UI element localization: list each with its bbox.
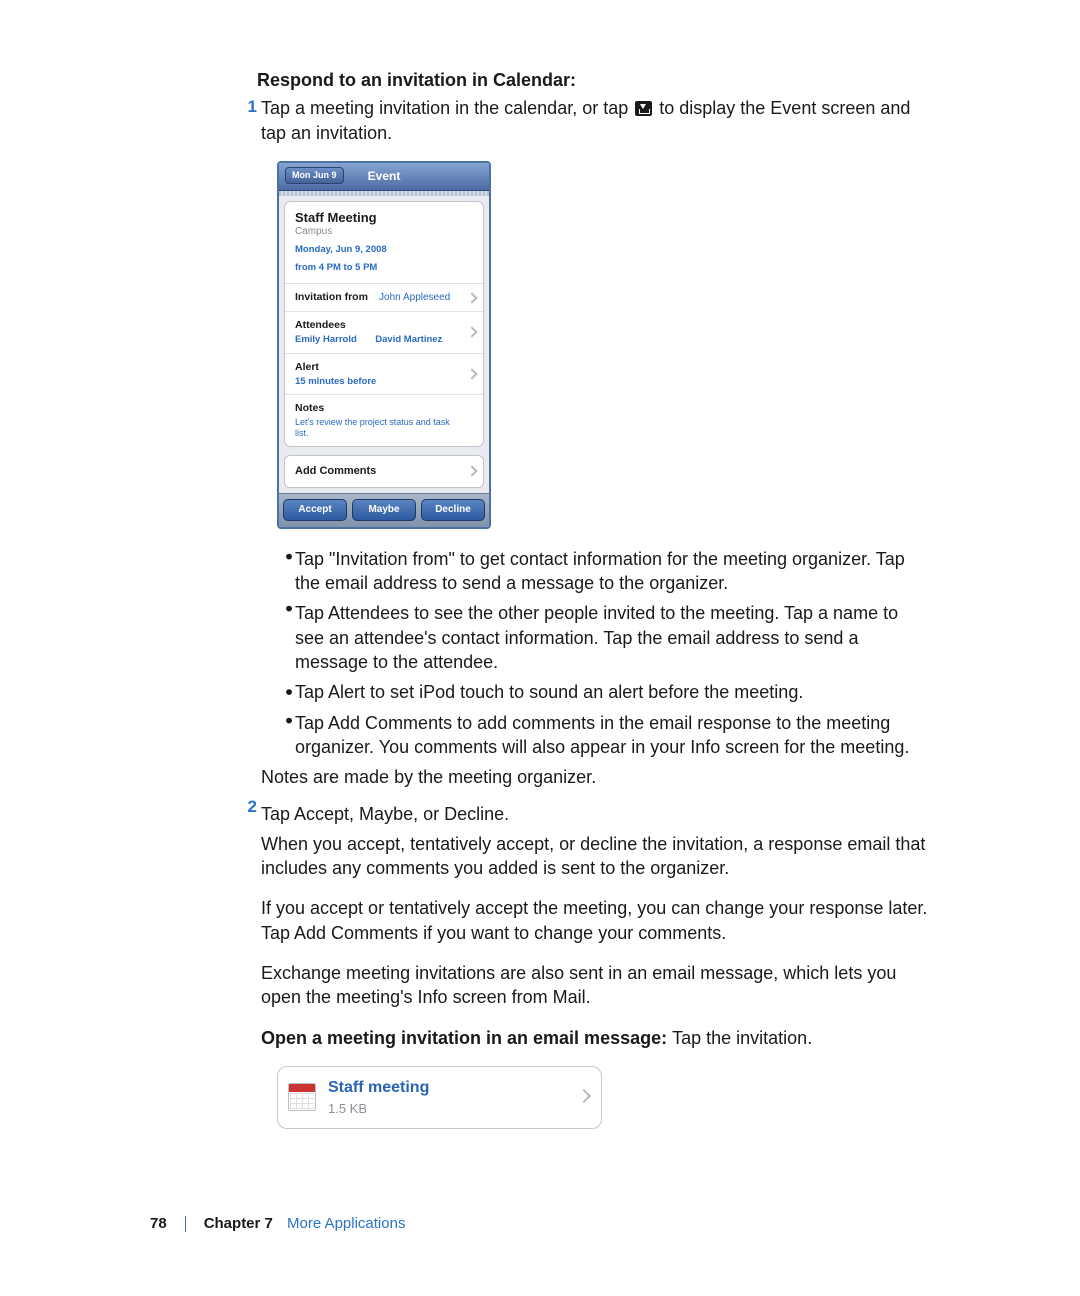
chapter-name: More Applications (287, 1215, 405, 1232)
chevron-right-icon (466, 292, 477, 303)
paragraph: Exchange meeting invitations are also se… (261, 961, 930, 1010)
paragraph: If you accept or tentatively accept the … (261, 896, 930, 945)
step-body: Tap Accept, Maybe, or Decline. When you … (257, 796, 930, 1130)
maybe-button[interactable]: Maybe (352, 499, 416, 521)
event-card: Mon Jun 9 Event Staff Meeting Campus Mon… (277, 161, 491, 529)
bullet-list: •Tap "Invitation from" to get contact in… (261, 547, 930, 759)
bullet-text: Tap "Invitation from" to get contact inf… (295, 547, 930, 596)
step-number: 2 (242, 796, 257, 1130)
stripe-decoration (279, 191, 489, 196)
step-1: 1 Tap a meeting invitation in the calend… (242, 96, 930, 789)
accept-button[interactable]: Accept (283, 499, 347, 521)
step-number: 1 (242, 96, 257, 789)
calendar-icon (288, 1083, 316, 1111)
attendee-2: David Martinez (375, 334, 442, 345)
attendees-label: Attendees (295, 319, 346, 332)
paragraph: Open a meeting invitation in an email me… (261, 1026, 930, 1050)
step2-line2: When you accept, tentatively accept, or … (261, 832, 930, 881)
add-comments-label: Add Comments (295, 465, 376, 477)
after-bullets-note: Notes are made by the meeting organizer. (261, 765, 930, 789)
page-number: 78 (150, 1215, 167, 1232)
event-topbar: Mon Jun 9 Event (279, 163, 489, 191)
response-toolbar: Accept Maybe Decline (279, 493, 489, 527)
invitation-from-row[interactable]: Invitation from John Appleseed (285, 283, 483, 311)
chevron-right-icon (466, 368, 477, 379)
mail-attachment-row[interactable]: Staff meeting 1.5 KB (277, 1066, 602, 1129)
meeting-time: from 4 PM to 5 PM (295, 262, 473, 273)
inbox-icon (635, 101, 652, 116)
meeting-title: Staff Meeting (295, 210, 473, 226)
event-details-block: Staff Meeting Campus Monday, Jun 9, 2008… (284, 201, 484, 447)
notes-row: Notes Let's review the project status an… (285, 394, 483, 446)
notes-label: Notes (295, 402, 324, 415)
decline-button[interactable]: Decline (421, 499, 485, 521)
attendee-1: Emily Harrold (295, 334, 357, 345)
notes-value: Let's review the project status and task… (295, 417, 465, 439)
bullet-dot-icon: • (282, 706, 296, 764)
chevron-right-icon (466, 466, 477, 477)
bullet-item: •Tap Alert to set iPod touch to sound an… (283, 680, 930, 704)
alert-label: Alert (295, 361, 319, 374)
attendees-values: Emily Harrold David Martinez (295, 334, 465, 345)
chapter-label: Chapter 7 More Applications (204, 1215, 406, 1232)
ordered-steps: 1 Tap a meeting invitation in the calend… (242, 96, 930, 1129)
bullet-dot-icon: • (282, 542, 296, 600)
attachment-size: 1.5 KB (328, 1100, 429, 1118)
attendees-row[interactable]: Attendees Emily Harrold David Martinez (285, 311, 483, 352)
attachment-title: Staff meeting (328, 1077, 429, 1099)
section-heading: Respond to an invitation in Calendar: (257, 68, 930, 92)
invitation-from-value: John Appleseed (379, 292, 450, 303)
meeting-date: Monday, Jun 9, 2008 (295, 244, 473, 255)
meeting-location: Campus (295, 226, 473, 238)
event-header: Staff Meeting Campus Monday, Jun 9, 2008… (285, 202, 483, 283)
step2-line1: Tap Accept, Maybe, or Decline. (261, 802, 930, 826)
bullet-item: •Tap "Invitation from" to get contact in… (283, 547, 930, 596)
page-content: Respond to an invitation in Calendar: 1 … (0, 0, 1080, 1129)
bullet-text: Tap Add Comments to add comments in the … (295, 711, 930, 760)
add-comments-row[interactable]: Add Comments (284, 455, 484, 488)
bullet-text: Tap Attendees to see the other people in… (295, 601, 930, 674)
chevron-right-icon (577, 1089, 591, 1103)
bullet-dot-icon: • (282, 678, 296, 707)
alert-row[interactable]: Alert 15 minutes before (285, 353, 483, 394)
chevron-right-icon (466, 327, 477, 338)
chapter-number: Chapter 7 (204, 1215, 273, 1232)
back-button[interactable]: Mon Jun 9 (285, 167, 344, 184)
para3-bold: Open a meeting invitation in an email me… (261, 1028, 672, 1048)
invitation-from-label: Invitation from (295, 291, 368, 304)
step-2: 2 Tap Accept, Maybe, or Decline. When yo… (242, 796, 930, 1130)
bullet-dot-icon: • (282, 594, 296, 681)
attachment-info: Staff meeting 1.5 KB (328, 1077, 429, 1118)
bullet-item: •Tap Add Comments to add comments in the… (283, 711, 930, 760)
alert-value: 15 minutes before (295, 376, 465, 387)
step1-text-a: Tap a meeting invitation in the calendar… (261, 98, 633, 118)
bullet-item: •Tap Attendees to see the other people i… (283, 601, 930, 674)
para3-rest: Tap the invitation. (672, 1028, 812, 1048)
page-footer: 78 Chapter 7 More Applications (150, 1215, 405, 1232)
step-body: Tap a meeting invitation in the calendar… (257, 96, 930, 789)
footer-divider (185, 1216, 186, 1232)
bullet-text: Tap Alert to set iPod touch to sound an … (295, 680, 930, 704)
